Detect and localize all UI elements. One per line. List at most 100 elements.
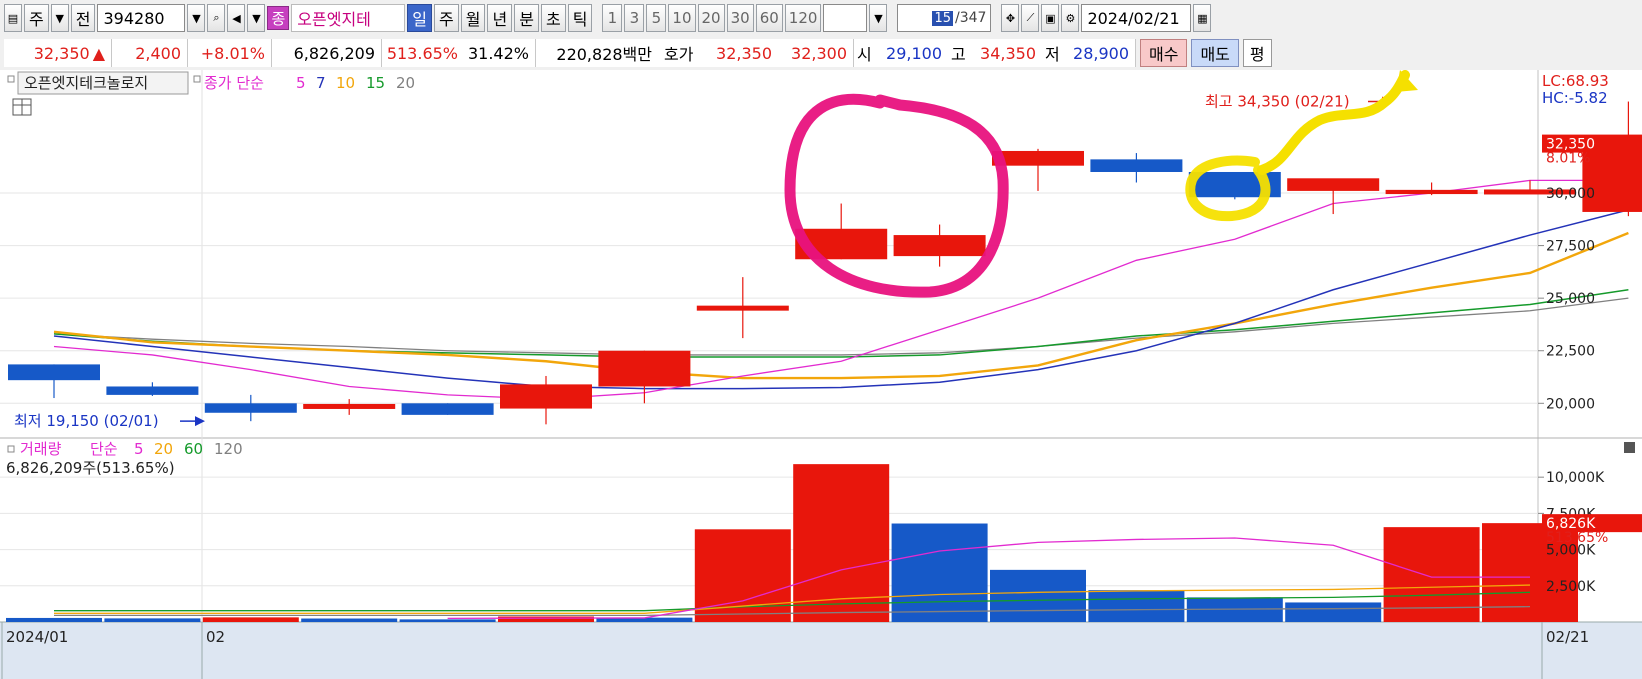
volume-bar	[301, 618, 398, 622]
gear-icon[interactable]: ⚙	[1061, 4, 1080, 32]
price-tick-label: 25,000	[1546, 291, 1595, 307]
buy-button[interactable]: 매수	[1140, 39, 1188, 67]
volume-bar	[1088, 590, 1185, 622]
save-icon[interactable]: ▣	[1041, 4, 1060, 32]
last-pct-label: 8.01%	[1546, 151, 1590, 167]
volume-bar	[1285, 602, 1382, 622]
volume-tick-label: 10,000K	[1546, 470, 1605, 486]
type-selector[interactable]: 주	[24, 4, 49, 32]
interval-20[interactable]: 20	[697, 4, 725, 32]
open-label: 시	[854, 39, 878, 67]
calendar-icon[interactable]: ▦	[1193, 4, 1212, 32]
high-annotation: 최고 34,350 (02/21)	[1205, 93, 1350, 111]
crosshair-icon[interactable]: ✥	[1001, 4, 1020, 32]
avg-button[interactable]: 평	[1242, 39, 1272, 67]
interval-1[interactable]: 1	[602, 4, 623, 32]
x-axis-label: 02/21	[1546, 628, 1589, 646]
candle-body	[303, 403, 396, 409]
current-price: 32,350 ▲	[4, 39, 112, 67]
period-second[interactable]: 초	[540, 4, 566, 32]
price-legend-label: 종가 단순	[204, 74, 264, 92]
period-minute[interactable]: 분	[514, 4, 539, 32]
period-week[interactable]: 주	[434, 4, 459, 32]
stock-code-input[interactable]: 394280	[97, 4, 186, 32]
stock-chart-window: ▤ 주 ▼ 전 394280 ▼ ⌕ ◀ ▼ 종 오픈엣지테 일 주 월 년 분…	[0, 0, 1642, 679]
trade-amount: 220,828백만	[536, 39, 658, 67]
interval-5[interactable]: 5	[646, 4, 667, 32]
candle-body	[500, 384, 592, 409]
x-axis-label: 2024/01	[6, 628, 68, 646]
volume-bar	[104, 618, 201, 622]
candle-body	[204, 403, 297, 413]
chart-svg[interactable]: 최고 34,350 (02/21) 최저 19,150 (02/01) 30,00…	[0, 70, 1642, 679]
candle-body	[1385, 189, 1478, 195]
volume-value: 6,826,209	[272, 39, 382, 67]
candle-body	[1090, 159, 1183, 172]
price-tick-label: 22,500	[1546, 344, 1595, 360]
date-input[interactable]: 2024/02/21	[1081, 4, 1192, 32]
page-indicator: 15 /347	[897, 4, 992, 32]
page-current[interactable]: 15	[932, 10, 953, 26]
volume-ma-legend-20: 20	[154, 440, 173, 458]
speaker-dropdown-chevron-icon[interactable]: ▼	[247, 4, 266, 32]
ask-price: 32,350	[702, 39, 778, 67]
price-panel-title: 오픈엣지테크놀로지	[24, 74, 148, 92]
period-year[interactable]: 년	[487, 4, 513, 32]
period-day[interactable]: 일	[407, 4, 433, 32]
candle-body	[106, 386, 199, 395]
volume-bar	[498, 616, 594, 622]
speaker-icon[interactable]: ◀	[227, 4, 246, 32]
lc-value: LC:68.93	[1542, 72, 1609, 90]
type-dropdown-chevron-icon[interactable]: ▼	[50, 4, 69, 32]
code-dropdown-chevron-icon[interactable]: ▼	[187, 4, 206, 32]
interval-30[interactable]: 30	[726, 4, 754, 32]
volume-ratio: 513.65%	[382, 39, 464, 67]
custom-interval-input[interactable]	[823, 4, 868, 32]
period-month[interactable]: 월	[460, 4, 486, 32]
volume-summary-text: 6,826,209주(513.65%)	[6, 459, 175, 477]
chart-area: 최고 34,350 (02/21) 최저 19,150 (02/01) 30,00…	[0, 70, 1642, 679]
interval-120[interactable]: 120	[784, 4, 822, 32]
volume-bar	[6, 617, 102, 622]
x-axis-band	[0, 622, 1642, 679]
up-arrow-icon: ▲	[92, 43, 105, 63]
page-total: /347	[954, 10, 987, 26]
ask-label: 호가	[658, 39, 702, 67]
candle-body	[598, 350, 691, 387]
low-label: 저	[1042, 39, 1066, 67]
candle-body	[1287, 178, 1380, 191]
interval-10[interactable]: 10	[668, 4, 696, 32]
period-tick[interactable]: 틱	[567, 4, 593, 32]
interval-3[interactable]: 3	[624, 4, 645, 32]
volume-ma-legend-60: 60	[184, 440, 203, 458]
high-price: 34,350	[972, 39, 1042, 67]
volume-bar	[990, 569, 1086, 622]
volume-bar	[202, 617, 299, 622]
custom-interval-chevron-icon[interactable]: ▼	[869, 4, 888, 32]
low-annotation: 최저 19,150 (02/01)	[14, 412, 159, 430]
price-tick-label: 20,000	[1546, 396, 1595, 412]
volume-ma-legend-5: 5	[134, 440, 144, 458]
volume-tick-label: 2,500K	[1546, 579, 1596, 595]
candle-body	[893, 235, 986, 257]
candle-body	[401, 403, 494, 415]
price-change: 2,400	[112, 39, 188, 67]
bid-price: 32,300	[778, 39, 854, 67]
panel-toggle-icon[interactable]: ▤	[4, 4, 22, 32]
sell-button[interactable]: 매도	[1191, 39, 1239, 67]
jong-badge: 종	[267, 6, 290, 30]
close-panel-icon[interactable]	[1624, 442, 1635, 453]
hc-value: HC:-5.82	[1542, 89, 1608, 107]
quote-bar: 32,350 ▲ 2,400 +8.01% 6,826,209 513.65% …	[0, 36, 1642, 70]
volume-legend-label: 단순	[90, 440, 118, 458]
trendline-icon[interactable]: ⟋	[1021, 4, 1040, 32]
search-icon[interactable]: ⌕	[207, 4, 226, 32]
prev-button[interactable]: 전	[70, 4, 96, 32]
price-tick-label: 30,000	[1546, 186, 1595, 202]
candle-body	[8, 364, 100, 381]
price-tick-label: 27,500	[1546, 239, 1595, 255]
interval-60[interactable]: 60	[755, 4, 783, 32]
current-price-value: 32,350	[33, 43, 90, 63]
candle-body	[696, 305, 789, 311]
volume-panel-title: 거래량	[20, 440, 62, 458]
